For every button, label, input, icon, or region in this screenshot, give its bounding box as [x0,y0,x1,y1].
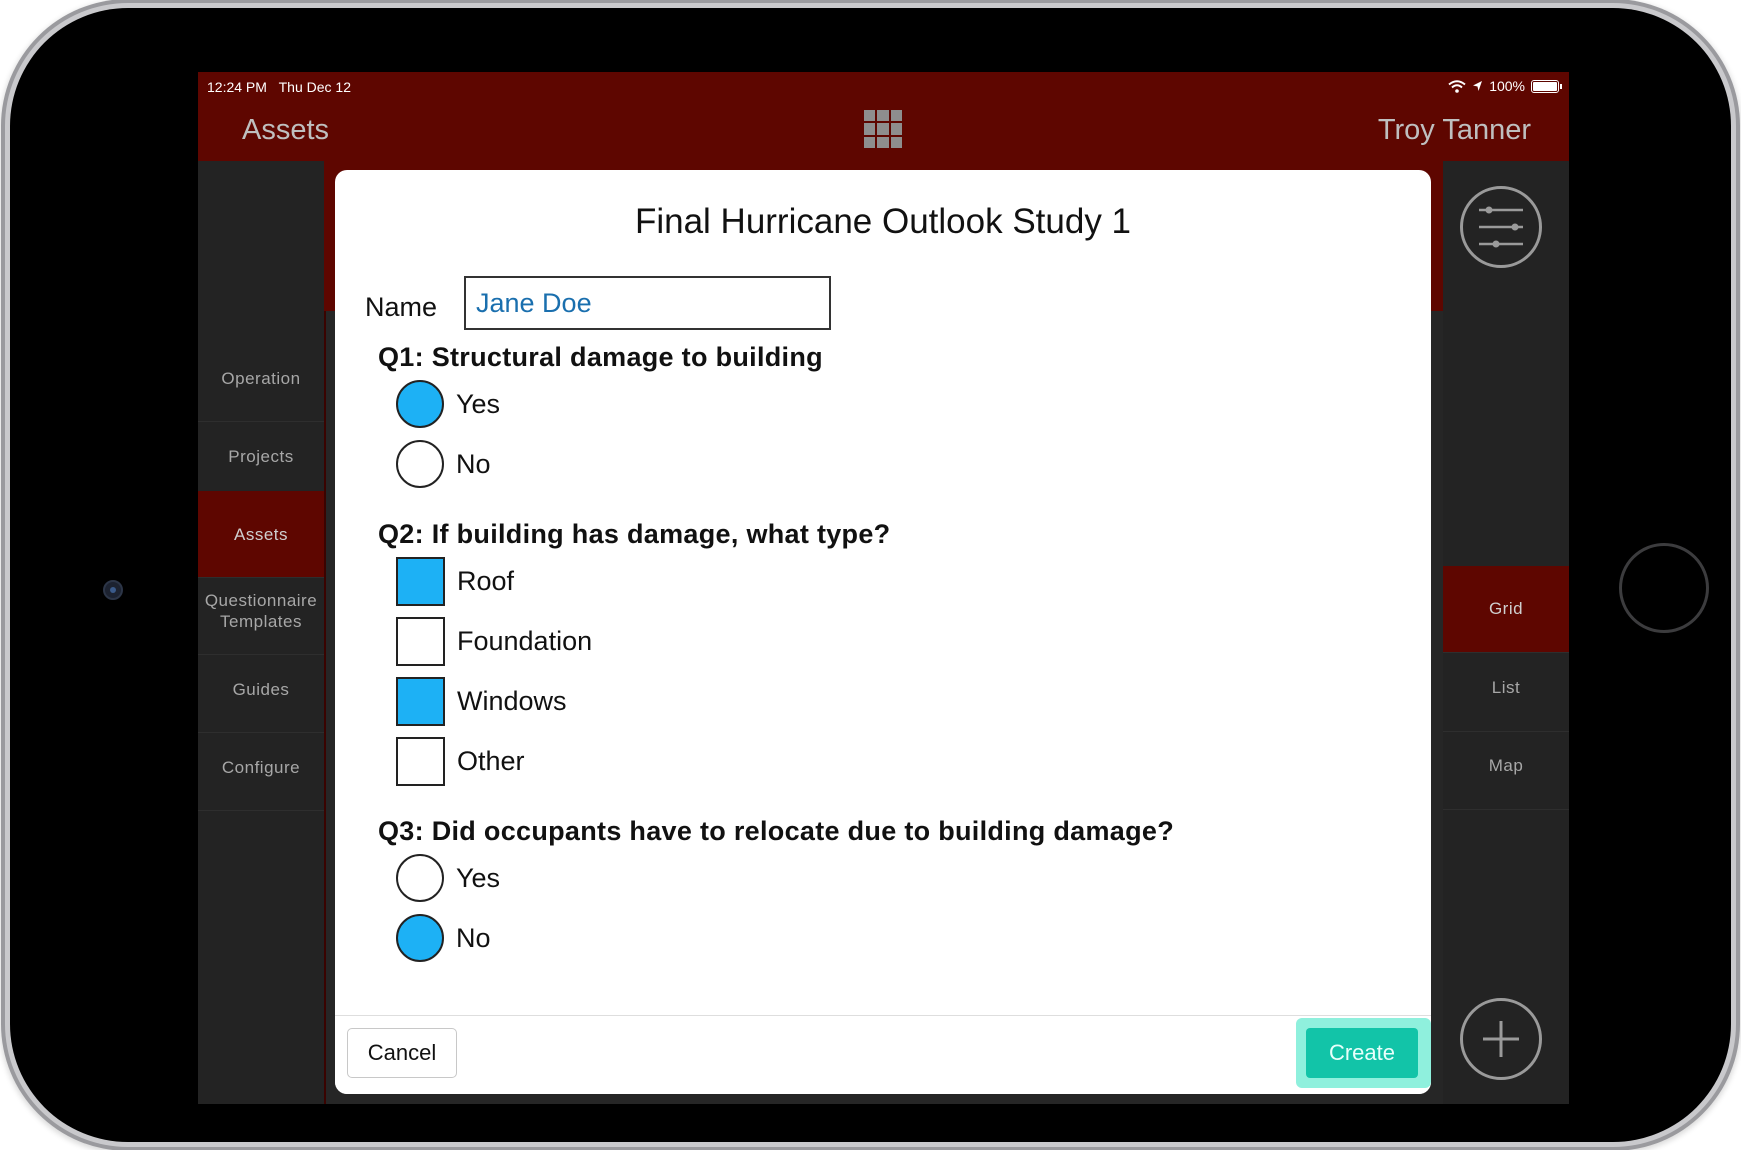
sidebar: Operation Projects Assets Questionnaire … [198,161,326,1104]
app-screen: 12:24 PM Thu Dec 12 100% Assets Troy Tan… [198,72,1569,1104]
battery-icon [1531,79,1562,93]
plus-icon [1483,1021,1519,1057]
checkbox[interactable] [396,736,445,786]
q2-option-other[interactable]: Other [396,736,525,786]
filter-button[interactable] [1460,186,1542,268]
battery-percent: 100% [1489,78,1525,94]
view-list-tab[interactable]: List [1443,645,1569,732]
status-time: 12:24 PM Thu Dec 12 [207,79,351,95]
sidebar-item-assets[interactable]: Assets [198,491,324,578]
location-arrow-icon [1473,81,1483,91]
wifi-icon [1448,79,1466,93]
ipad-frame: 12:24 PM Thu Dec 12 100% Assets Troy Tan… [10,8,1731,1142]
radio-button[interactable] [396,854,444,902]
cancel-button[interactable]: Cancel [347,1028,457,1078]
q2-option-roof[interactable]: Roof [396,556,514,606]
status-time-text: 12:24 PM [207,79,267,95]
add-button[interactable] [1460,998,1542,1080]
radio-button[interactable] [396,914,444,962]
option-label: No [456,922,491,953]
sidebar-item-questionnaire-templates[interactable]: Questionnaire Templates [198,568,324,655]
sidebar-item-operation[interactable]: Operation [198,335,324,422]
sidebar-item-configure[interactable]: Configure [198,724,324,811]
radio-button[interactable] [396,380,444,428]
questionnaire-dialog: Final Hurricane Outlook Study 1 Name Q1:… [335,170,1431,1094]
dialog-footer: Cancel Create [335,1015,1431,1094]
view-bar: Grid List Map [1443,161,1569,1104]
q2-option-windows[interactable]: Windows [396,676,567,726]
checkbox[interactable] [396,676,445,726]
checkbox[interactable] [396,616,445,666]
option-label: Other [457,745,525,776]
user-name[interactable]: Troy Tanner [1378,114,1531,147]
view-grid-tab[interactable]: Grid [1443,566,1569,653]
question-2-text: Q2: If building has damage, what type? [378,519,891,549]
q3-option-yes[interactable]: Yes [396,853,500,903]
dialog-title: Final Hurricane Outlook Study 1 [634,202,1132,241]
radio-button[interactable] [396,440,444,488]
view-map-tab[interactable]: Map [1443,723,1569,810]
sidebar-item-guides[interactable]: Guides [198,646,324,733]
home-button[interactable] [1619,543,1709,633]
name-label: Name [365,292,438,322]
question-1-text: Q1: Structural damage to building [378,342,823,372]
option-label: Foundation [457,625,593,656]
create-button-focus-ring: Create [1296,1018,1431,1088]
sliders-icon [1479,206,1523,248]
sidebar-item-projects[interactable]: Projects [198,413,324,500]
question-3-text: Q3: Did occupants have to relocate due t… [378,816,1175,846]
status-indicators: 100% [1448,78,1562,94]
option-label: No [456,448,491,479]
camera-icon [103,580,123,600]
create-button[interactable]: Create [1306,1028,1418,1078]
q3-option-no[interactable]: No [396,913,491,963]
status-date-text: Thu Dec 12 [278,79,351,95]
grid-icon[interactable] [864,110,902,148]
top-bar: 12:24 PM Thu Dec 12 100% Assets Troy Tan… [198,72,1569,161]
q2-option-foundation[interactable]: Foundation [396,616,592,666]
name-field[interactable] [464,276,831,330]
option-label: Yes [456,388,501,419]
option-label: Roof [457,565,515,596]
checkbox[interactable] [396,556,445,606]
option-label: Yes [456,862,501,893]
q1-option-yes[interactable]: Yes [396,379,500,429]
app-title: Assets [242,114,330,146]
option-label: Windows [457,685,567,716]
q1-option-no[interactable]: No [396,439,491,489]
